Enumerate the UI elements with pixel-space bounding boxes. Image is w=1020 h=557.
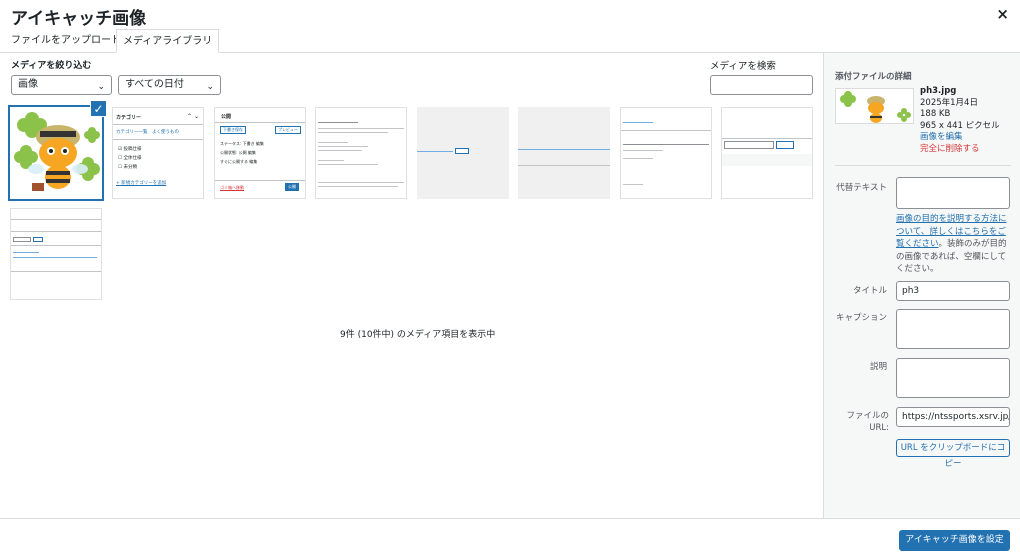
attachment-meta: ph3.jpg 2025年1月4日 188 KB 965 x 441 ピクセル … xyxy=(920,86,1000,156)
thumb-text: ゴミ箱へ移動 xyxy=(220,185,244,190)
thumb-text: 公開 xyxy=(285,183,299,191)
search-label: メディアを検索 xyxy=(710,61,776,72)
attachment-details-sidebar: 添付ファイルの詳細 ph3.jpg 2025年1月4日 188 KB 965 x… xyxy=(823,53,1020,518)
divider xyxy=(835,165,1011,166)
alt-text-label: 代替テキスト xyxy=(836,183,887,193)
media-type-select[interactable]: 画像 ⌄ xyxy=(11,75,112,95)
media-item-screenshot-category[interactable]: カテゴリー ⌃ ⌄ カテゴリー一覧 よく使うもの ☑ 投稿仕様 ☐ 全体仕様 ☐… xyxy=(112,107,204,199)
title-field[interactable]: ph3 xyxy=(896,281,1010,301)
edit-image-link[interactable]: 画像を編集 xyxy=(920,132,1000,144)
media-count-status: 9件 (10件中) のメディア項目を表示中 xyxy=(340,330,496,340)
caption-field[interactable] xyxy=(896,309,1010,349)
thumb-category-list: ☑ 投稿仕様 ☐ 全体仕様 ☐ 未分類 xyxy=(118,147,142,170)
chevron-down-icon: ⌄ xyxy=(97,82,105,92)
thumb-text: プレビュー xyxy=(275,126,301,134)
attachment-filesize: 188 KB xyxy=(920,109,951,120)
tab-media-library[interactable]: メディアライブラリ xyxy=(116,29,220,53)
tab-upload-files[interactable]: ファイルをアップロード xyxy=(5,29,127,53)
bee-mascot-image xyxy=(10,107,102,199)
attachment-date: 2025年1月4日 xyxy=(920,97,978,108)
media-item-screenshot-publish[interactable]: 公開 下書き保存 プレビュー ステータス: 下書き 編集 公開状態: 公開 編集… xyxy=(214,107,306,199)
attachment-details-title: 添付ファイルの詳細 xyxy=(835,72,912,82)
thumb-text: カテゴリー xyxy=(116,115,142,121)
copy-url-button[interactable]: URL をクリップボードにコピー xyxy=(896,439,1010,469)
search-input[interactable] xyxy=(710,75,813,95)
filter-label: メディアを絞り込む xyxy=(11,61,92,71)
media-item-screenshot-list[interactable] xyxy=(10,208,102,300)
set-featured-image-button[interactable]: アイキャッチ画像を設定 xyxy=(899,530,1010,551)
media-item-screenshot-bulk[interactable] xyxy=(721,107,813,199)
bee-mascot-preview xyxy=(836,89,913,123)
caption-label: キャプション xyxy=(835,313,887,323)
media-type-value: 画像 xyxy=(18,79,38,90)
thumb-publish-meta: ステータス: 下書き 編集 公開状態: 公開 編集 すぐに公開する 編集 xyxy=(220,141,264,164)
tab-bar: ファイルをアップロード メディアライブラリ xyxy=(0,29,1020,53)
date-filter-value: すべての日付 xyxy=(125,79,184,90)
description-label: 説明 xyxy=(869,362,887,372)
media-item-screenshot-blank[interactable] xyxy=(518,107,610,199)
media-item-screenshot-code[interactable] xyxy=(315,107,407,199)
thumb-text: + 新規カテゴリーを追加 xyxy=(116,181,167,186)
thumb-text: カテゴリー一覧 よく使うもの xyxy=(116,130,179,135)
modal-title: アイキャッチ画像 xyxy=(11,9,147,29)
modal-footer: アイキャッチ画像を設定 xyxy=(0,518,1020,557)
media-item-screenshot-toolbar[interactable] xyxy=(417,107,509,199)
date-filter-select[interactable]: すべての日付 ⌄ xyxy=(118,75,221,95)
thumb-text: 公開 xyxy=(221,114,232,120)
alt-text-help: 画像の目的を説明する方法について、詳しくはこちらをご覧ください。装飾のみが目的の… xyxy=(896,214,1007,274)
thumb-text: 下書き保存 xyxy=(220,126,246,134)
file-url-field[interactable]: https://ntssports.xsrv.jp/m xyxy=(896,407,1010,427)
attachment-preview-image xyxy=(835,88,914,124)
file-url-label: ファイルの URL: xyxy=(846,411,889,433)
delete-permanently-link[interactable]: 完全に削除する xyxy=(920,144,1000,156)
attachment-dimensions: 965 x 441 ピクセル xyxy=(920,120,1000,131)
close-icon[interactable]: × xyxy=(996,6,1009,22)
checkmark-icon[interactable]: ✓ xyxy=(90,100,107,117)
description-field[interactable] xyxy=(896,358,1010,398)
chevron-icon: ⌃ ⌄ xyxy=(187,113,199,120)
chevron-down-icon: ⌄ xyxy=(206,82,214,92)
title-label: タイトル xyxy=(852,286,887,296)
media-item-screenshot-html[interactable] xyxy=(620,107,712,199)
alt-text-field[interactable] xyxy=(896,177,1010,209)
media-item-ph3[interactable] xyxy=(8,105,104,201)
attachment-filename: ph3.jpg xyxy=(920,86,957,96)
